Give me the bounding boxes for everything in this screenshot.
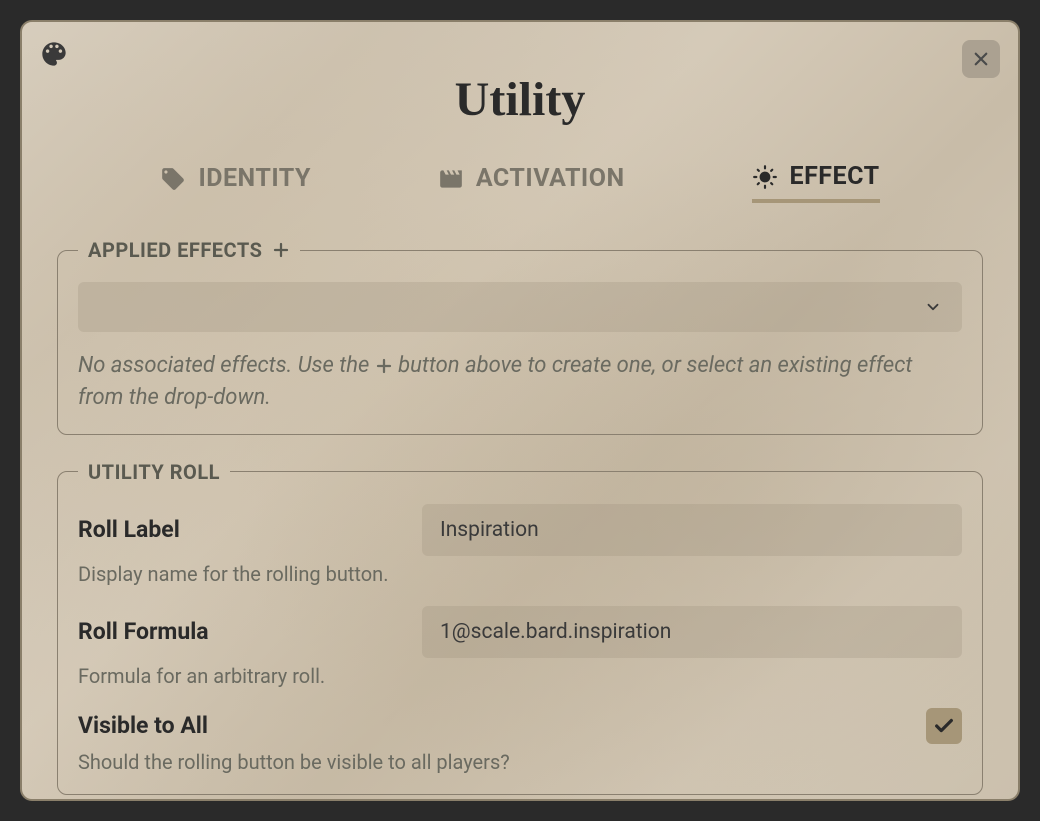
dialog-window: Utility IDENTITY ACTIVATION bbox=[20, 20, 1020, 801]
utility-roll-legend: UTILITY ROLL bbox=[78, 460, 230, 484]
tab-identity-label: IDENTITY bbox=[198, 164, 311, 193]
applied-effects-section: APPLIED EFFECTS No associated effects. U… bbox=[57, 238, 983, 435]
tabs: IDENTITY ACTIVATION EFFECT bbox=[57, 162, 983, 203]
tab-identity[interactable]: IDENTITY bbox=[160, 162, 311, 203]
chevron-down-icon bbox=[924, 298, 942, 316]
clapperboard-icon bbox=[438, 166, 464, 192]
plus-icon bbox=[375, 357, 393, 375]
roll-label-label: Roll Label bbox=[78, 516, 180, 543]
roll-formula-input[interactable] bbox=[422, 606, 962, 658]
roll-formula-label: Roll Formula bbox=[78, 618, 209, 645]
roll-label-row: Roll Label bbox=[78, 504, 962, 556]
tab-effect[interactable]: EFFECT bbox=[752, 162, 880, 203]
sun-icon bbox=[752, 164, 778, 190]
tag-icon bbox=[160, 166, 186, 192]
effects-empty-message: No associated effects. Use the button ab… bbox=[78, 350, 962, 414]
tab-effect-label: EFFECT bbox=[790, 162, 880, 191]
palette-icon bbox=[40, 40, 68, 68]
page-title: Utility bbox=[57, 72, 983, 127]
visible-to-all-label: Visible to All bbox=[78, 712, 208, 739]
roll-label-input[interactable] bbox=[422, 504, 962, 556]
applied-effects-legend: APPLIED EFFECTS bbox=[78, 238, 300, 262]
visible-to-all-checkbox[interactable] bbox=[926, 708, 962, 744]
add-effect-button[interactable] bbox=[272, 241, 290, 259]
effects-dropdown[interactable] bbox=[78, 282, 962, 332]
tab-activation-label: ACTIVATION bbox=[476, 164, 625, 193]
visible-to-all-row: Visible to All bbox=[78, 708, 962, 744]
visible-to-all-hint: Should the rolling button be visible to … bbox=[78, 750, 962, 774]
utility-roll-section: UTILITY ROLL Roll Label Display name for… bbox=[57, 460, 983, 795]
tab-activation[interactable]: ACTIVATION bbox=[438, 162, 625, 203]
roll-formula-hint: Formula for an arbitrary roll. bbox=[78, 664, 962, 688]
roll-formula-row: Roll Formula bbox=[78, 606, 962, 658]
roll-label-hint: Display name for the rolling button. bbox=[78, 562, 962, 586]
